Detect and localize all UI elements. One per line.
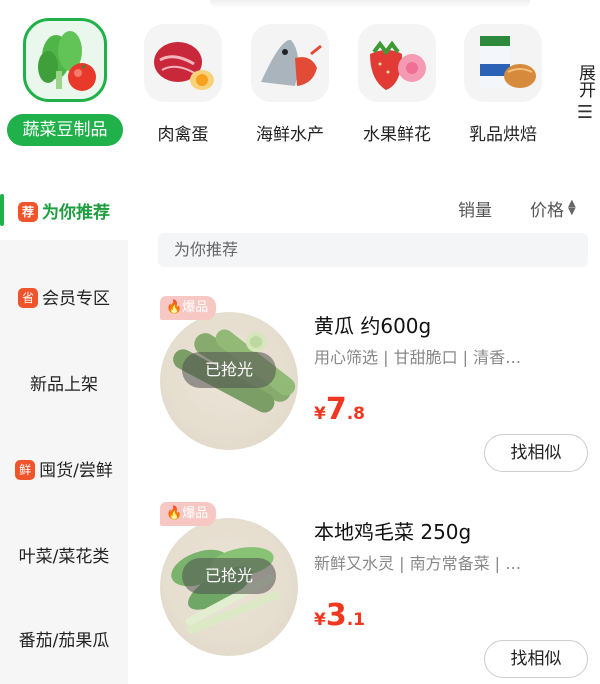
category-label: 肉禽蛋 [157, 125, 209, 145]
find-similar-button[interactable]: 找相似 [484, 434, 588, 472]
seafood-icon [251, 24, 329, 102]
hot-badge-label: 爆品 [182, 506, 209, 521]
hot-badge-label: 爆品 [182, 300, 209, 315]
price-integer: 3 [325, 598, 347, 633]
badge-recommend: 荐 [18, 202, 38, 222]
dairy-bakery-icon [464, 24, 542, 102]
product-price: ¥3.1 [314, 598, 365, 633]
price-decimal: .1 [346, 610, 366, 630]
sold-out-label: 已抢光 [182, 558, 276, 594]
sold-out-label: 已抢光 [182, 352, 276, 388]
vegetables-icon [23, 18, 107, 102]
category-fruit-flower[interactable]: 水果鲜花 [342, 12, 452, 162]
category-seafood[interactable]: 海鲜水产 [235, 12, 345, 162]
sidebar: 荐为你推荐 省会员专区 新品上架 鲜囤货/尝鲜 叶菜/菜花类 番茄/茄果瓜 [0, 180, 160, 684]
product-card[interactable]: 🔥爆品 已抢光 黄瓜 约600g 用心筛选 | 甘甜脆口 | 清香… ¥7.8 … [158, 296, 594, 476]
price-integer: 7 [325, 392, 347, 427]
sidebar-item-label: 会员专区 [42, 289, 110, 309]
category-label: 水果鲜花 [363, 125, 431, 145]
category-label: 乳品烘焙 [469, 125, 537, 145]
top-fade-divider [210, 0, 530, 8]
badge-save: 省 [18, 288, 38, 308]
price-symbol: ¥ [314, 404, 326, 424]
category-label: 海鲜水产 [256, 125, 324, 145]
sidebar-item-label: 叶菜/菜花类 [18, 547, 110, 567]
fruit-flower-icon [358, 24, 436, 102]
product-price: ¥7.8 [314, 392, 365, 427]
sidebar-item-tomato[interactable]: 番茄/茄果瓜 [0, 626, 128, 651]
find-similar-button[interactable]: 找相似 [484, 640, 588, 678]
category-vegetables[interactable]: 蔬菜豆制品 [7, 12, 123, 162]
expand-label: 展开 [575, 64, 595, 98]
product-desc: 用心筛选 | 甘甜脆口 | 清香… [314, 348, 522, 367]
sort-sales-label: 销量 [458, 201, 492, 221]
product-desc: 新鲜又水灵 | 南方常备菜 | … [314, 554, 522, 573]
hot-badge: 🔥爆品 [160, 296, 217, 320]
sort-price-button[interactable]: 价格 ▲ ▼ [530, 196, 576, 222]
category-label: 蔬菜豆制品 [7, 114, 123, 146]
product-title[interactable]: 本地鸡毛菜 250g [314, 516, 471, 545]
sidebar-item-label: 番茄/茄果瓜 [18, 631, 110, 651]
sort-sales-button[interactable]: 销量 [458, 196, 492, 221]
sidebar-item-member[interactable]: 省会员专区 [0, 284, 128, 309]
price-symbol: ¥ [314, 610, 326, 630]
meat-egg-icon [144, 24, 222, 102]
category-dairy-bakery[interactable]: 乳品烘焙 [448, 12, 558, 162]
menu-lines-icon: ☰ [576, 102, 594, 123]
sidebar-item-label: 为你推荐 [42, 203, 110, 223]
sidebar-item-stockup[interactable]: 鲜囤货/尝鲜 [0, 456, 128, 481]
category-meat-egg[interactable]: 肉禽蛋 [128, 12, 238, 162]
badge-fresh: 鲜 [15, 460, 36, 480]
sidebar-item-label: 新品上架 [30, 375, 98, 395]
price-decimal: .8 [346, 404, 366, 424]
sidebar-item-label: 囤货/尝鲜 [39, 461, 113, 481]
sort-arrows-icon: ▲ ▼ [568, 198, 576, 217]
sidebar-item-leafy[interactable]: 叶菜/菜花类 [0, 542, 128, 567]
category-strip: 蔬菜豆制品 肉禽蛋 海鲜水产 水果鲜花 乳品烘焙 展开 ☰ [0, 12, 600, 162]
sidebar-item-recommend[interactable]: 荐为你推荐 [0, 198, 128, 223]
sort-price-label: 价格 [530, 201, 564, 221]
expand-button[interactable]: 展开 ☰ [570, 64, 600, 122]
sidebar-item-new[interactable]: 新品上架 [0, 370, 128, 395]
product-card[interactable]: 🔥爆品 已抢光 本地鸡毛菜 250g 新鲜又水灵 | 南方常备菜 | … ¥3.… [158, 502, 594, 682]
section-title: 为你推荐 [158, 233, 588, 267]
product-title[interactable]: 黄瓜 约600g [314, 310, 431, 339]
hot-badge: 🔥爆品 [160, 502, 217, 526]
